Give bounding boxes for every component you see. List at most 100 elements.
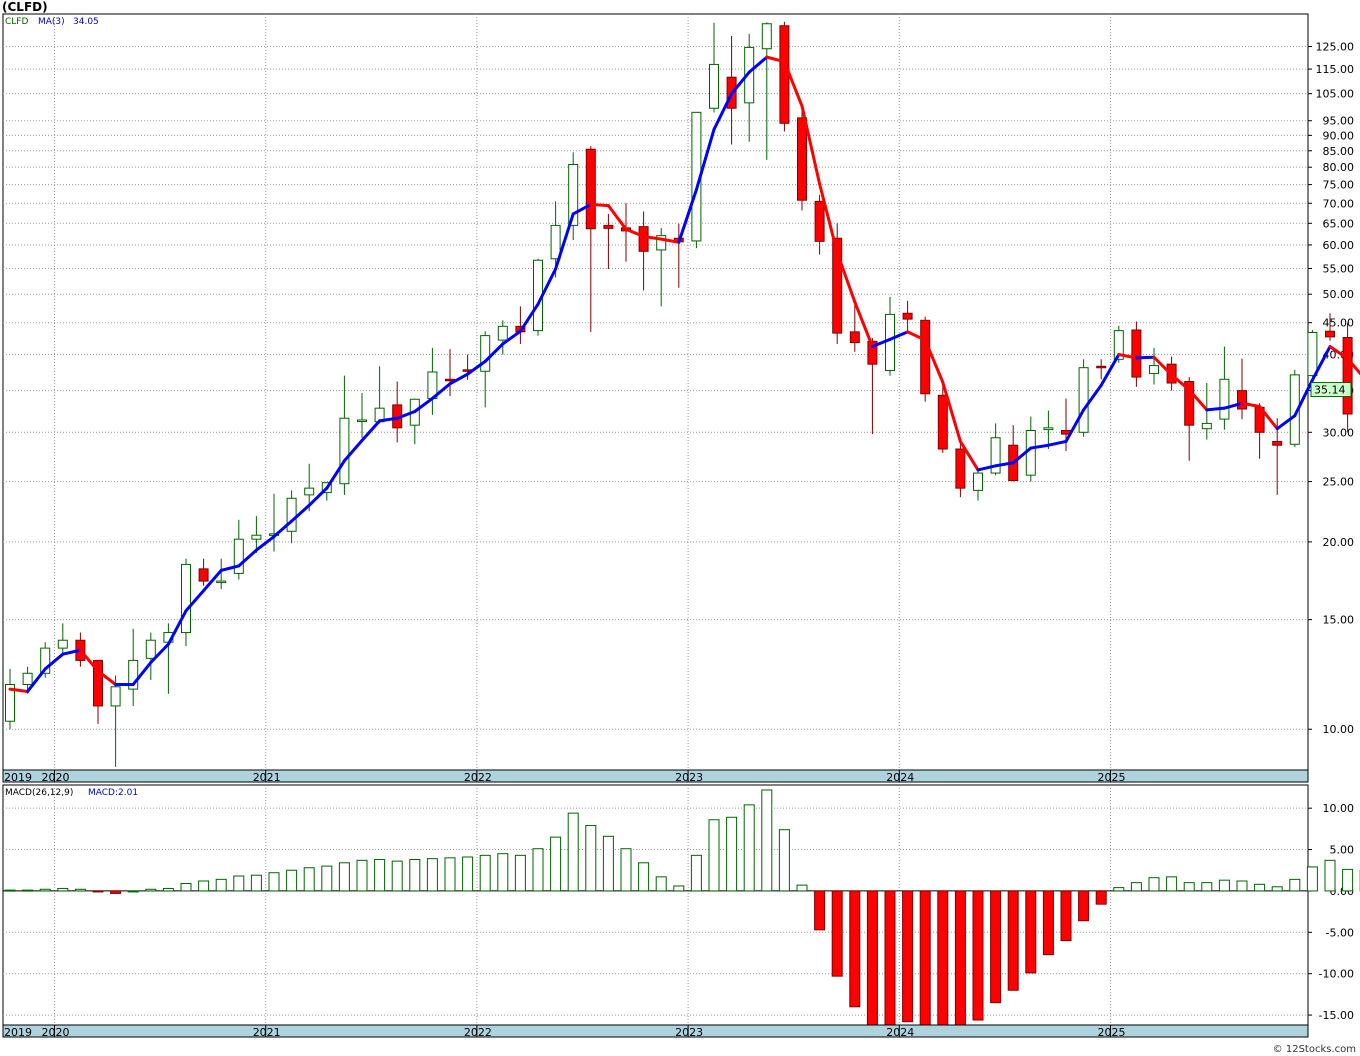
price-tick-label: 25.00 [1323,476,1355,489]
candle-body [1025,429,1036,476]
macd-bar [162,887,174,892]
macd-bar [778,829,790,892]
candle-body [902,312,913,320]
candle-body [1325,330,1335,338]
macd-bar [972,890,984,1021]
candle-body [233,538,244,574]
ma-segment [1205,406,1226,412]
macd-legend-name: MACD(26,12,9) [5,788,73,798]
macd-bar [1078,890,1090,922]
macd-bar [1218,879,1230,892]
candle [1078,359,1089,437]
macd-bar [321,865,333,892]
macd-tick-label: -15.00 [1319,1009,1354,1022]
macd-bar [127,890,139,893]
candle-body [1237,390,1247,410]
macd-bar [497,853,509,892]
price-tick-label: 70.00 [1323,197,1355,210]
macd-bar [39,888,51,892]
candle-body [797,117,807,201]
macd-bar [726,816,738,892]
year-label: 2023 [675,1026,703,1039]
candle-body [1149,365,1159,374]
macd-bar [1042,890,1054,956]
legend-symbol: CLFD [5,17,28,27]
macd-bar [514,854,526,892]
ma-segment [1134,355,1156,360]
candle-body [110,686,121,707]
macd-bar [708,819,720,892]
year-label: 2019 [4,771,32,784]
year-label: 2022 [464,771,492,784]
price-tick-label: 10.00 [1323,723,1355,736]
macd-tick-label: -5.00 [1326,926,1354,939]
candle [779,21,790,132]
macd-bar [902,890,914,1023]
price-tick-label: 65.00 [1323,217,1355,230]
candle-body [937,394,948,450]
macd-bar [22,889,34,892]
year-label: 2021 [253,771,281,784]
macd-bar [1289,878,1301,892]
candle-body [145,639,156,659]
macd-bar [1271,886,1283,892]
candle-body [181,563,191,634]
candle-body [339,417,350,485]
year-label: 2023 [675,771,703,784]
macd-bar [743,804,755,892]
candle-body [216,580,227,584]
macd-bar [1060,890,1072,942]
price-tick-label: 45.00 [1323,317,1355,330]
macd-bar [1324,859,1336,892]
macd-bar [1201,882,1213,892]
macd-bar [233,875,245,892]
macd-bar [866,890,878,1029]
macd-y-axis: 10.005.000.00-5.00-10.00-15.00 [1308,802,1354,1022]
macd-bar [303,867,315,892]
price-tick-label: 15.00 [1323,614,1355,627]
macd-bar [57,887,69,892]
year-label: 2024 [886,771,914,784]
candle-body [357,419,367,422]
candle-body [814,200,825,242]
credit-text: © 12Stocks.com [1272,1044,1356,1055]
macd-bar [849,890,861,1008]
candle-body [1043,427,1054,431]
last-price-label: 35.14 [1314,384,1346,397]
last-price-box: 35.14 [1310,382,1352,398]
macd-bar [1306,866,1318,892]
macd-bar [4,889,16,892]
candle-body [1131,329,1142,378]
macd-bar [426,858,438,892]
macd-bar [638,862,650,892]
macd-bar [391,860,403,892]
price-tick-label: 105.00 [1316,88,1355,101]
price-tick-label: 95.00 [1323,115,1355,128]
macd-bar [1236,880,1248,892]
candle-body [22,672,33,685]
macd-bar [338,862,350,892]
macd-bar [1095,890,1107,905]
candle [1342,322,1353,433]
macd-bar [1183,882,1195,892]
year-label: 2025 [1098,1026,1126,1039]
candle-body [480,335,491,372]
macd-bar [215,878,227,892]
macd-bar [1025,890,1037,974]
macd-tick-label: 10.00 [1323,802,1355,815]
macd-bar [796,884,808,892]
macd-bar [444,857,456,892]
year-label: 2019 [4,1026,32,1039]
macd-bar [831,890,843,977]
macd-bar [690,854,702,892]
macd-bar [814,890,826,931]
price-tick-label: 20.00 [1323,536,1355,549]
candle-body [1307,331,1318,377]
macd-bar [761,789,773,892]
candle [920,316,931,402]
macd-bar [673,885,685,892]
macd-bar [145,888,157,892]
macd-bar [250,874,262,892]
candle-body [761,23,772,50]
macd-bar [585,825,597,892]
